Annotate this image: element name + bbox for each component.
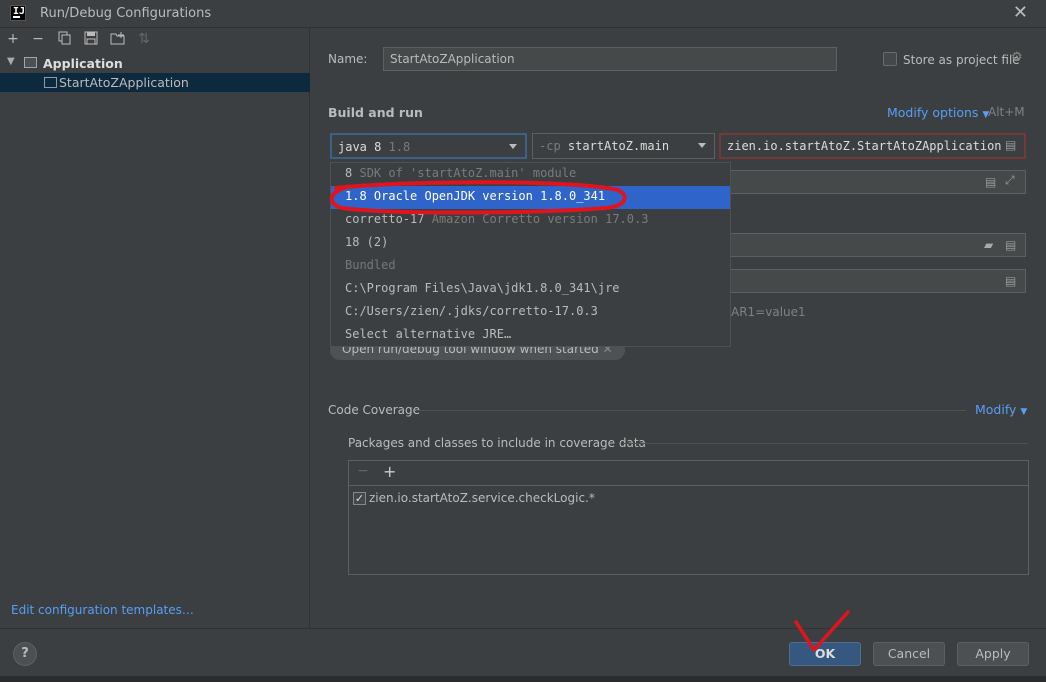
close-icon[interactable]: ✕	[1013, 2, 1028, 23]
sidebar-toolbar: + − ⇅	[0, 28, 310, 52]
code-coverage-title: Code Coverage	[328, 403, 421, 417]
jre-option-program-files[interactable]: C:\Program Files\Java\jdk1.8.0_341\jre	[331, 278, 730, 301]
chevron-down-icon	[698, 143, 706, 148]
modify-options-link[interactable]: Modify options ▼	[887, 105, 989, 120]
configurations-sidebar: + − ⇅ ▼ Application StartAtoZApplication…	[0, 28, 310, 628]
macro-icon[interactable]: ▤	[985, 175, 996, 189]
env-hint: AR1=value1	[731, 305, 806, 319]
program-arguments-input[interactable]	[730, 170, 1026, 194]
divider	[416, 410, 966, 411]
remove-icon[interactable]: −	[357, 463, 369, 479]
jre-group-bundled: Bundled	[345, 258, 396, 272]
browse-class-icon[interactable]: ▤	[1005, 138, 1016, 152]
background-strip	[0, 676, 1046, 682]
gear-icon[interactable]: ⚙	[1011, 50, 1023, 65]
title-bar: IJ Run/Debug Configurations ✕	[0, 0, 1046, 28]
add-icon[interactable]: +	[5, 31, 21, 47]
modify-coverage-link[interactable]: Modify ▼	[975, 402, 1027, 417]
chevron-down-icon: ▼	[1020, 407, 1028, 417]
classpath-combobox[interactable]: -cp startAtoZ.main	[532, 133, 715, 159]
application-config-icon	[44, 77, 57, 88]
tree-group-label: Application	[43, 56, 123, 71]
window-title: Run/Debug Configurations	[40, 6, 212, 21]
jre-option-user-jdks[interactable]: C:/Users/zien/.jdks/corretto-17.0.3	[331, 301, 730, 324]
environment-variables-input[interactable]	[730, 269, 1026, 293]
tree-group-application[interactable]: ▼ Application	[0, 54, 310, 73]
modify-options-shortcut: Alt+M	[988, 105, 1025, 119]
build-and-run-title: Build and run	[328, 105, 423, 120]
coverage-patterns-list: − + ✓ zien.io.startAtoZ.service.checkLog…	[348, 460, 1029, 575]
jre-option-select-alternative[interactable]: Select alternative JRE…	[331, 324, 730, 347]
dialog-buttons-bar: ? OK Cancel Apply	[0, 628, 1046, 682]
divider	[623, 443, 1028, 444]
tree-item-label: StartAtoZApplication	[59, 75, 189, 90]
jre-combobox[interactable]: java 8 1.8	[330, 133, 527, 159]
store-as-project-checkbox[interactable]	[883, 52, 897, 66]
apply-button[interactable]: Apply	[957, 642, 1029, 666]
jre-option-module-sdk[interactable]: 8 SDK of 'startAtoZ.main' module	[331, 163, 730, 186]
main-class-input[interactable]: zien.io.startAtoZ.StartAtoZApplication	[719, 133, 1026, 159]
jre-option-18[interactable]: 18 (2)	[331, 232, 730, 255]
folder-icon[interactable]: ▰	[984, 238, 993, 252]
pattern-checkbox[interactable]: ✓	[353, 492, 366, 505]
expand-icon[interactable]: ⤢	[1005, 173, 1015, 188]
copy-icon[interactable]	[57, 31, 73, 47]
name-label: Name:	[328, 52, 368, 66]
name-input[interactable]: StartAtoZApplication	[383, 47, 837, 71]
remove-icon[interactable]: −	[30, 31, 46, 47]
add-icon[interactable]: +	[383, 462, 396, 481]
jre-dropdown: 8 SDK of 'startAtoZ.main' module 1.8 Ora…	[330, 162, 731, 347]
chevron-down-icon[interactable]: ▼	[7, 56, 15, 67]
help-button[interactable]: ?	[13, 642, 37, 666]
macro-icon[interactable]: ▤	[1005, 238, 1016, 252]
working-directory-input[interactable]	[730, 233, 1026, 257]
sort-icon[interactable]: ⇅	[136, 31, 152, 47]
application-folder-icon	[24, 57, 37, 68]
edit-env-icon[interactable]: ▤	[1005, 274, 1016, 288]
cancel-button[interactable]: Cancel	[873, 642, 945, 666]
edit-templates-link[interactable]: Edit configuration templates…	[11, 603, 194, 617]
intellij-logo-icon: IJ	[10, 5, 26, 21]
save-icon[interactable]	[83, 31, 99, 47]
tree-item-startatozapplication[interactable]: StartAtoZApplication	[0, 73, 310, 92]
pattern-label: zien.io.startAtoZ.service.checkLogic.*	[369, 491, 595, 505]
store-as-project-label: Store as project file	[903, 53, 1020, 67]
jre-option-openjdk-18[interactable]: 1.8 Oracle OpenJDK version 1.8.0_341	[331, 186, 730, 209]
ok-button[interactable]: OK	[789, 642, 861, 666]
new-folder-icon[interactable]	[110, 31, 126, 47]
coverage-toolbar: − +	[349, 461, 1028, 486]
packages-label: Packages and classes to include in cover…	[348, 436, 646, 450]
jre-option-corretto-17[interactable]: corretto-17 Amazon Corretto version 17.0…	[331, 209, 730, 232]
chevron-down-icon	[509, 144, 517, 149]
